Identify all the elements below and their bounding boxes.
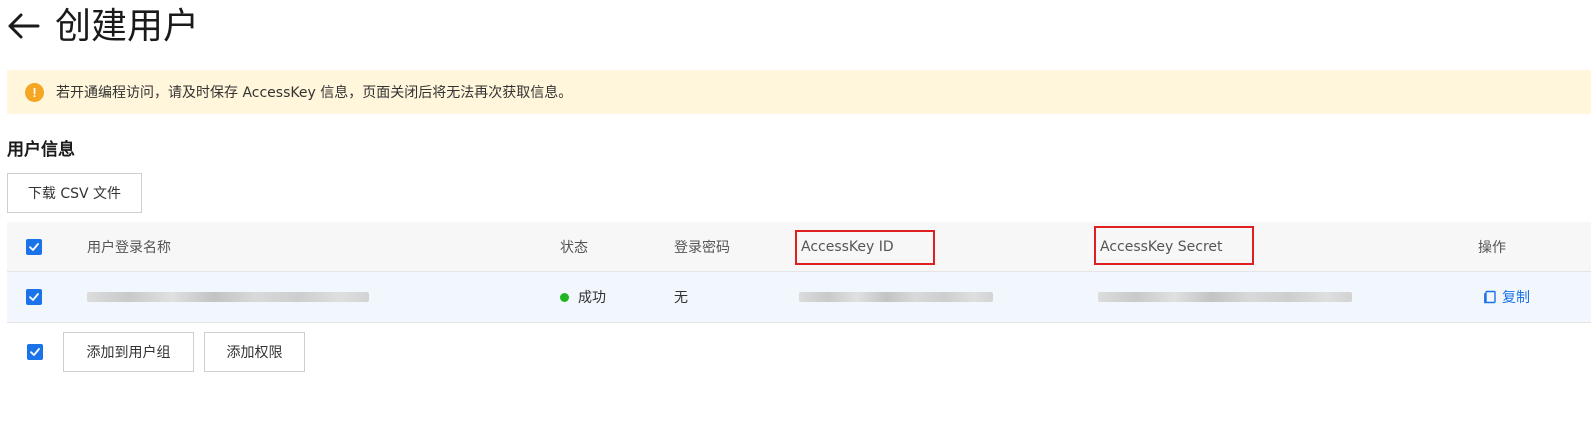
back-button[interactable] [6, 12, 40, 40]
footer-select-all [27, 344, 43, 360]
copy-button[interactable]: 复制 [1483, 287, 1530, 307]
column-header-actions: 操作 [1478, 239, 1506, 256]
check-icon [30, 348, 40, 356]
row-select-cell [26, 272, 42, 322]
redacted-access-key-id [799, 292, 993, 302]
status-text: 成功 [578, 290, 606, 306]
select-all-cell [26, 222, 42, 271]
add-to-group-button[interactable]: 添加到用户组 [63, 332, 194, 372]
notice-banner: ! 若开通编程访问，请及时保存 AccessKey 信息，页面关闭后将无法再次获… [7, 70, 1591, 114]
highlight-access-key-id [795, 230, 935, 265]
download-csv-button[interactable]: 下载 CSV 文件 [7, 173, 142, 213]
add-permission-button[interactable]: 添加权限 [204, 332, 305, 372]
page-title: 创建用户 [55, 6, 200, 47]
status-cell: 成功 [560, 272, 606, 322]
column-header-password: 登录密码 [674, 239, 730, 256]
password-cell: 无 [674, 290, 688, 306]
check-icon [29, 242, 39, 251]
highlight-access-key-secret [1094, 226, 1254, 265]
check-icon [29, 293, 39, 301]
access-key-id-cell [799, 272, 993, 322]
section-title: 用户信息 [7, 140, 75, 160]
redacted-login-name [87, 292, 369, 302]
table-row: 成功 无 复制 [7, 272, 1591, 323]
copy-label: 复制 [1502, 290, 1530, 306]
notice-text: 若开通编程访问，请及时保存 AccessKey 信息，页面关闭后将无法再次获取信… [56, 85, 573, 101]
success-dot-icon [560, 292, 569, 302]
arrow-left-icon [8, 13, 40, 39]
column-header-status: 状态 [560, 239, 588, 256]
copy-icon [1484, 290, 1496, 304]
actions-cell: 复制 [1483, 272, 1530, 322]
column-header-login-name: 用户登录名称 [87, 239, 171, 256]
select-all-checkbox[interactable] [26, 238, 42, 255]
warning-icon: ! [25, 82, 44, 102]
redacted-access-key-secret [1098, 292, 1352, 302]
login-name-cell [87, 272, 369, 322]
row-checkbox[interactable] [26, 289, 42, 305]
access-key-secret-cell [1098, 272, 1352, 322]
footer-checkbox[interactable] [27, 344, 43, 360]
